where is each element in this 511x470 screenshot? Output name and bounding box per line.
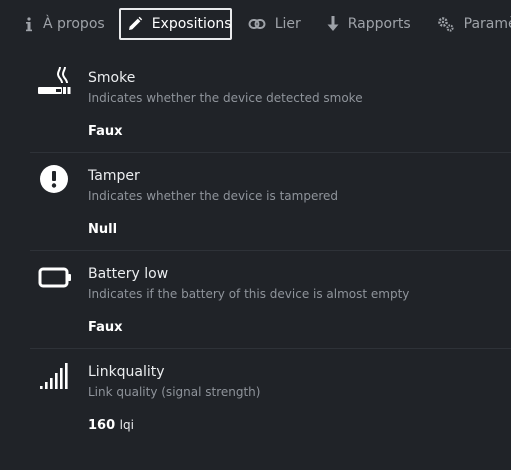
expose-row-linkquality: Linkquality Link quality (signal strengt… bbox=[30, 349, 511, 446]
tab-exposes[interactable]: Expositions bbox=[118, 8, 232, 40]
pencil-icon bbox=[127, 16, 143, 32]
tab-about-label: À propos bbox=[43, 16, 105, 32]
smoking-icon bbox=[38, 65, 72, 99]
tab-bind-label: Lier bbox=[274, 16, 301, 32]
link-icon bbox=[248, 17, 266, 31]
value-text: Faux bbox=[88, 320, 123, 335]
expose-description: Indicates whether the device detected sm… bbox=[88, 91, 363, 105]
expose-row-tamper: Tamper Indicates whether the device is t… bbox=[30, 153, 511, 251]
expose-title: Tamper bbox=[88, 168, 140, 184]
tab-reporting-label: Rapports bbox=[347, 16, 411, 32]
value-text: 160 bbox=[88, 418, 116, 433]
expose-row-smoke: Smoke Indicates whether the device detec… bbox=[30, 55, 511, 153]
expose-row-battery-low: Battery low Indicates if the battery of … bbox=[30, 251, 511, 349]
expose-description: Indicates whether the device is tampered bbox=[88, 189, 339, 203]
gears-icon bbox=[437, 16, 455, 32]
expose-description: Link quality (signal strength) bbox=[88, 385, 261, 399]
exposes-list: Smoke Indicates whether the device detec… bbox=[30, 55, 511, 446]
signal-icon bbox=[38, 359, 72, 393]
info-icon bbox=[24, 16, 34, 32]
expose-value: Faux bbox=[88, 320, 123, 335]
expose-value: 160 lqi bbox=[88, 418, 134, 433]
device-tabs: À propos Expositions Lier Rapports Param… bbox=[0, 0, 511, 48]
expose-description: Indicates if the battery of this device … bbox=[88, 287, 410, 301]
tab-exposes-label: Expositions bbox=[151, 16, 232, 32]
value-text: Faux bbox=[88, 124, 123, 139]
arrow-down-icon bbox=[327, 16, 339, 32]
expose-title: Linkquality bbox=[88, 364, 165, 380]
tab-settings[interactable]: Paramètres bbox=[427, 8, 511, 40]
expose-title: Battery low bbox=[88, 266, 169, 282]
value-text: Null bbox=[88, 222, 118, 237]
value-unit: lqi bbox=[119, 418, 134, 432]
battery-empty-icon bbox=[38, 261, 72, 295]
exclamation-circle-icon bbox=[38, 163, 72, 197]
tab-bind[interactable]: Lier bbox=[238, 8, 311, 40]
tab-about[interactable]: À propos bbox=[0, 8, 115, 40]
expose-title: Smoke bbox=[88, 70, 136, 86]
tab-settings-label: Paramètres bbox=[463, 16, 511, 32]
tab-reporting[interactable]: Rapports bbox=[317, 8, 421, 40]
expose-value: Faux bbox=[88, 124, 123, 139]
expose-value: Null bbox=[88, 222, 117, 237]
